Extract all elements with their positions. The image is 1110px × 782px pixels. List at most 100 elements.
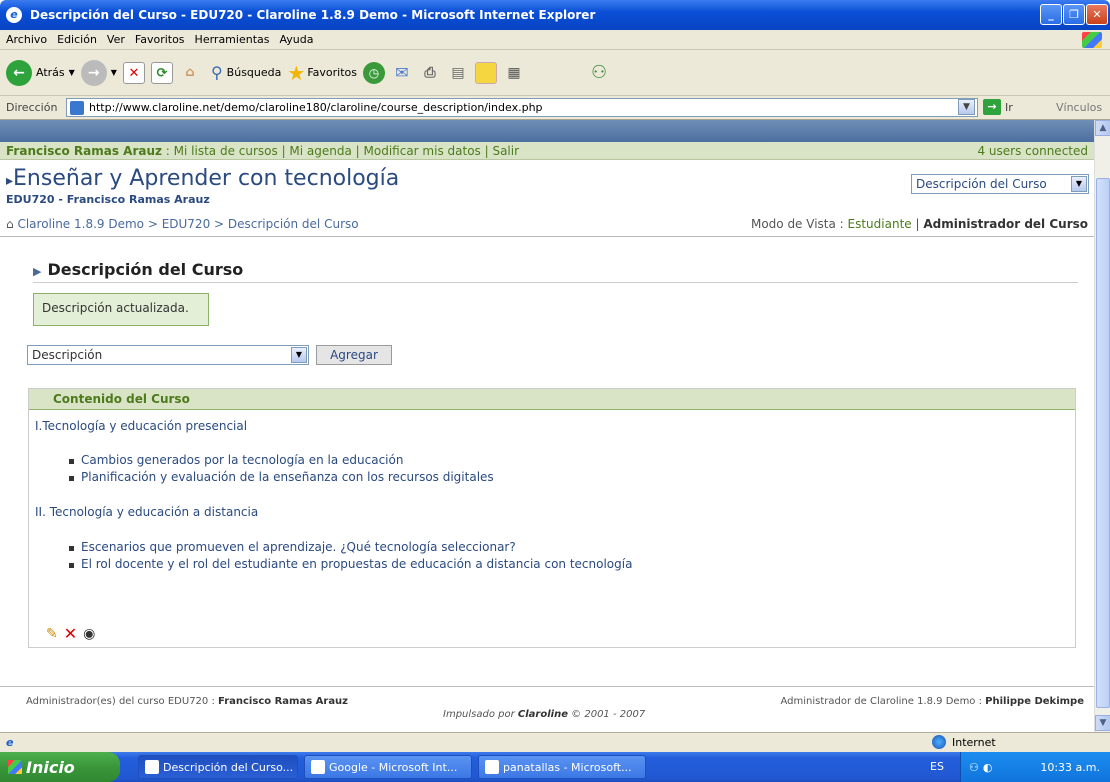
course-title[interactable]: ▸Enseñar y Aprender con tecnología: [6, 166, 399, 191]
course-subtitle[interactable]: EDU720 - Francisco Ramas Arauz: [6, 193, 210, 206]
top-banner: [0, 120, 1094, 142]
footer-course-admin: Administrador(es) del curso EDU720 : Fra…: [26, 696, 349, 707]
scroll-thumb[interactable]: [1096, 178, 1110, 708]
mail-icon[interactable]: ✉: [391, 62, 413, 84]
home-icon[interactable]: ⌂: [179, 62, 201, 84]
ie-page-icon: e: [6, 736, 14, 749]
chevron-down-icon: ▼: [1071, 176, 1087, 192]
users-connected: 4 users connected: [977, 143, 1088, 158]
forward-button[interactable]: → ▼: [80, 59, 117, 86]
search-icon: ⚲: [210, 63, 223, 82]
favorites-button[interactable]: ★ Favoritos: [287, 61, 357, 85]
footer-divider: [0, 686, 1094, 687]
discuss-icon[interactable]: [474, 61, 497, 84]
menu-ver[interactable]: Ver: [107, 33, 125, 46]
taskbar: Inicio Descripción del Curso... Google -…: [0, 752, 1110, 782]
history-icon[interactable]: ◷: [362, 61, 385, 84]
pencil-icon[interactable]: ✎: [46, 626, 58, 642]
word-icon: [485, 760, 499, 774]
success-message: Descripción actualizada.: [33, 293, 209, 326]
divider: [0, 236, 1094, 237]
back-label: Atrás: [36, 66, 65, 79]
address-input[interactable]: http://www.claroline.net/demo/claroline1…: [66, 98, 978, 117]
research-icon[interactable]: ▦: [503, 62, 525, 84]
ie-icon: e: [6, 7, 22, 23]
section-arrow-icon: ▶: [33, 265, 42, 278]
network-icon[interactable]: ⚇: [969, 761, 979, 774]
address-dropdown-icon[interactable]: ▼: [958, 99, 975, 115]
close-button[interactable]: ✕: [1086, 4, 1108, 25]
content-part-1: I.Tecnología y educación presencial: [35, 419, 248, 433]
content-header: Contenido del Curso: [29, 389, 1075, 410]
links-label[interactable]: Vínculos: [1056, 101, 1102, 114]
address-bar: Dirección http://www.claroline.net/demo/…: [0, 96, 1110, 120]
home-icon: ⌂: [6, 217, 14, 231]
claroline-link[interactable]: Claroline: [518, 709, 568, 720]
status-bar: e Internet: [0, 732, 1110, 752]
start-button[interactable]: Inicio: [0, 752, 120, 782]
favorites-star-icon: ★: [287, 60, 306, 85]
task-ie-course[interactable]: Descripción del Curso...: [138, 755, 298, 779]
go-label: Ir: [1005, 100, 1013, 114]
view-mode-student-link[interactable]: Estudiante: [848, 217, 912, 231]
scroll-down-icon[interactable]: ▼: [1095, 715, 1110, 731]
volume-icon[interactable]: ◐: [983, 761, 993, 774]
description-type-select[interactable]: Descripción ▼: [27, 345, 309, 365]
security-zone: Internet: [932, 735, 996, 749]
page-icon: [70, 101, 84, 115]
course-admin-link[interactable]: Francisco Ramas Arauz: [218, 696, 348, 707]
address-url: http://www.claroline.net/demo/claroline1…: [89, 101, 543, 114]
messenger-icon[interactable]: ⚇: [591, 62, 607, 83]
footer-powered-by: Impulsado por Claroline © 2001 - 2007: [443, 709, 646, 720]
vertical-scrollbar[interactable]: ▲ ▼: [1094, 120, 1110, 732]
system-tray: ⚇ ◐ 10:33 a.m.: [960, 752, 1110, 782]
search-button[interactable]: ⚲ Búsqueda: [211, 63, 281, 82]
menu-bar: Archivo Edición Ver Favoritos Herramient…: [0, 30, 1110, 50]
clock[interactable]: 10:33 a.m.: [1040, 761, 1100, 774]
menu-archivo[interactable]: Archivo: [6, 33, 47, 46]
eye-icon[interactable]: ◉: [83, 626, 95, 642]
edit-icon[interactable]: ▤: [447, 62, 469, 84]
go-button[interactable]: → Ir: [983, 99, 1013, 115]
platform-admin-link[interactable]: Philippe Dekimpe: [985, 696, 1084, 707]
ie-icon: [311, 760, 325, 774]
description-type-value: Descripción: [32, 348, 103, 362]
language-indicator[interactable]: ES: [930, 760, 944, 773]
minimize-button[interactable]: _: [1040, 4, 1062, 25]
user-links[interactable]: : Mi lista de cursos | Mi agenda | Modif…: [162, 144, 519, 158]
list-item: Escenarios que promueven el aprendizaje.…: [69, 540, 516, 554]
user-name-link[interactable]: Francisco Ramas Arauz: [6, 144, 162, 158]
menu-ayuda[interactable]: Ayuda: [279, 33, 313, 46]
list-item: Cambios generados por la tecnología en l…: [68, 453, 404, 467]
window-title-bar: e Descripción del Curso - EDU720 - Claro…: [0, 0, 1110, 30]
stop-icon[interactable]: ✕: [122, 61, 145, 84]
address-label: Dirección: [6, 101, 58, 114]
refresh-icon[interactable]: ⟳: [150, 61, 173, 84]
print-icon[interactable]: ⎙: [419, 62, 441, 84]
view-mode: Modo de Vista : Estudiante | Administrad…: [750, 217, 1088, 231]
tool-select[interactable]: Descripción del Curso ▼: [911, 174, 1089, 194]
menu-edicion[interactable]: Edición: [57, 33, 97, 46]
breadcrumb[interactable]: ⌂ Claroline 1.8.9 Demo > EDU720 > Descri…: [6, 217, 359, 231]
search-label: Búsqueda: [226, 66, 282, 79]
content-part-2: II. Tecnología y educación a distancia: [35, 505, 259, 519]
menu-favoritos[interactable]: Favoritos: [135, 33, 185, 46]
globe-icon: [932, 735, 946, 749]
section-divider: [33, 282, 1078, 283]
windows-flag-icon: [8, 760, 22, 774]
back-button[interactable]: ← Atrás ▼: [6, 59, 75, 86]
task-word[interactable]: panatallas - Microsoft...: [478, 755, 646, 779]
go-arrow-icon: →: [983, 99, 1001, 115]
scroll-up-icon[interactable]: ▲: [1095, 120, 1110, 136]
delete-icon[interactable]: ✕: [64, 624, 77, 643]
footer-platform-admin: Administrador de Claroline 1.8.9 Demo : …: [780, 696, 1084, 707]
menu-herramientas[interactable]: Herramientas: [195, 33, 270, 46]
maximize-button[interactable]: ❐: [1063, 4, 1085, 25]
list-item: Planificación y evaluación de la enseñan…: [69, 470, 494, 484]
tool-select-value: Descripción del Curso: [916, 177, 1047, 191]
task-ie-google[interactable]: Google - Microsoft Int...: [304, 755, 472, 779]
item-actions: ✎ ✕ ◉: [46, 624, 101, 643]
add-button[interactable]: Agregar: [316, 345, 392, 365]
back-arrow-icon: ←: [6, 59, 32, 86]
forward-arrow-icon: →: [80, 59, 107, 86]
